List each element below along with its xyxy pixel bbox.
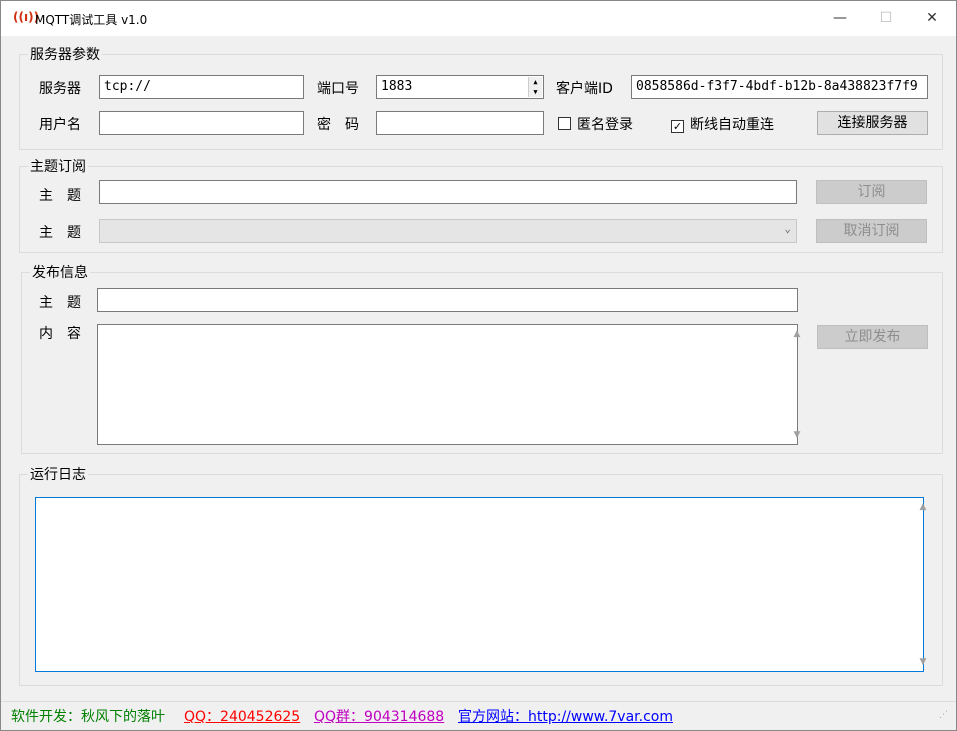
minimize-button[interactable]: — — [817, 1, 863, 36]
port-label: 端口号 — [317, 81, 359, 97]
qq-group-link[interactable]: QQ群：904314688 — [314, 706, 444, 726]
password-input[interactable] — [376, 111, 544, 135]
client-id-label: 客户端ID — [556, 81, 613, 97]
publish-content-textarea[interactable]: ▲ ▼ — [97, 324, 801, 445]
username-label: 用户名 — [39, 117, 81, 133]
topic-label: 主 题 — [39, 188, 81, 204]
spin-buttons[interactable]: ▲ ▼ — [528, 77, 542, 97]
scrollbar[interactable]: ▲ ▼ — [780, 325, 801, 444]
subscribe-topic-input[interactable] — [99, 180, 797, 204]
publish-topic-input[interactable] — [97, 288, 798, 312]
group-legend: 发布信息 — [30, 262, 90, 282]
scrollbar[interactable]: ▲ ▼ — [906, 498, 927, 671]
log-textarea[interactable]: ▲ ▼ — [35, 497, 927, 672]
port-value: 1883 — [381, 79, 413, 94]
status-bar: 软件开发：秋风下的落叶 QQ：240452625 QQ群：904314688 官… — [1, 701, 956, 730]
anonymous-label: 匿名登录 — [577, 117, 633, 133]
content-label: 内 容 — [39, 326, 81, 342]
group-legend: 运行日志 — [28, 464, 88, 484]
topic-label: 主 题 — [39, 225, 81, 241]
publish-button[interactable]: 立即发布 — [817, 325, 928, 349]
main-window: ((ı)) MQTT调试工具 v1.0 — ☐ ✕ 服务器参数 服务器 tcp:… — [0, 0, 957, 731]
topic-label: 主 题 — [39, 295, 81, 311]
resize-grip-icon[interactable]: ⋰ — [939, 710, 948, 720]
close-button[interactable]: ✕ — [909, 1, 955, 36]
group-legend: 主题订阅 — [28, 156, 88, 176]
connect-button[interactable]: 连接服务器 — [817, 111, 928, 135]
reconnect-label: 断线自动重连 — [690, 117, 774, 133]
group-legend: 服务器参数 — [28, 44, 102, 64]
antenna-icon: ((ı)) — [13, 10, 40, 24]
website-link[interactable]: 官方网站：http://www.7var.com — [458, 706, 673, 726]
checkbox-box — [558, 117, 571, 130]
title-bar: ((ı)) MQTT调试工具 v1.0 — ☐ ✕ — [1, 1, 956, 36]
window-title: MQTT调试工具 v1.0 — [35, 13, 148, 27]
checkmark-icon: ✓ — [671, 120, 684, 133]
password-label: 密 码 — [317, 117, 359, 133]
chevron-down-icon: ⌄ — [784, 222, 791, 235]
server-label: 服务器 — [39, 81, 81, 97]
username-input[interactable] — [99, 111, 304, 135]
subscribe-button[interactable]: 订阅 — [816, 180, 927, 204]
anonymous-checkbox[interactable]: 匿名登录 — [558, 114, 633, 134]
server-input[interactable]: tcp:// — [99, 75, 304, 99]
maximize-button[interactable]: ☐ — [863, 1, 909, 36]
qq-link[interactable]: QQ：240452625 — [184, 706, 300, 726]
subscribed-topics-select[interactable]: ⌄ — [99, 219, 797, 243]
port-stepper[interactable]: 1883 ▲ ▼ — [376, 75, 544, 99]
client-id-input[interactable]: 0858586d-f3f7-4bdf-b12b-8a438823f7f9 — [631, 75, 928, 99]
reconnect-checkbox[interactable]: ✓ 断线自动重连 — [671, 114, 774, 134]
developer-text: 软件开发：秋风下的落叶 — [11, 709, 165, 725]
server-params-group: 服务器参数 — [19, 44, 943, 150]
unsubscribe-button[interactable]: 取消订阅 — [816, 219, 927, 243]
